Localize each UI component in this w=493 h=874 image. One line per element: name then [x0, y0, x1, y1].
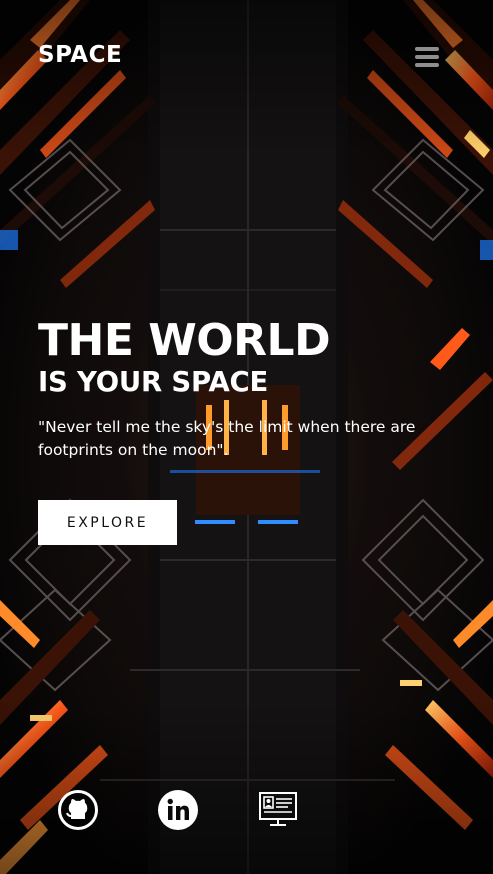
hero-subtitle: IS YOUR SPACE: [38, 366, 269, 398]
linkedin-link[interactable]: [158, 790, 198, 830]
hero-section: THE WORLD IS YOUR SPACE "Never tell me t…: [38, 318, 478, 462]
hamburger-menu-icon[interactable]: [413, 45, 441, 69]
github-icon: [58, 790, 98, 830]
site-logo[interactable]: SPACE: [38, 42, 122, 68]
hero-quote: "Never tell me the sky's the limit when …: [38, 418, 416, 459]
hero-title: THE WORLD: [38, 315, 331, 366]
github-link[interactable]: [58, 790, 98, 830]
resume-icon: [259, 792, 297, 826]
explore-button[interactable]: EXPLORE: [38, 500, 177, 545]
resume-link[interactable]: [258, 790, 298, 830]
linkedin-icon: [158, 790, 198, 830]
